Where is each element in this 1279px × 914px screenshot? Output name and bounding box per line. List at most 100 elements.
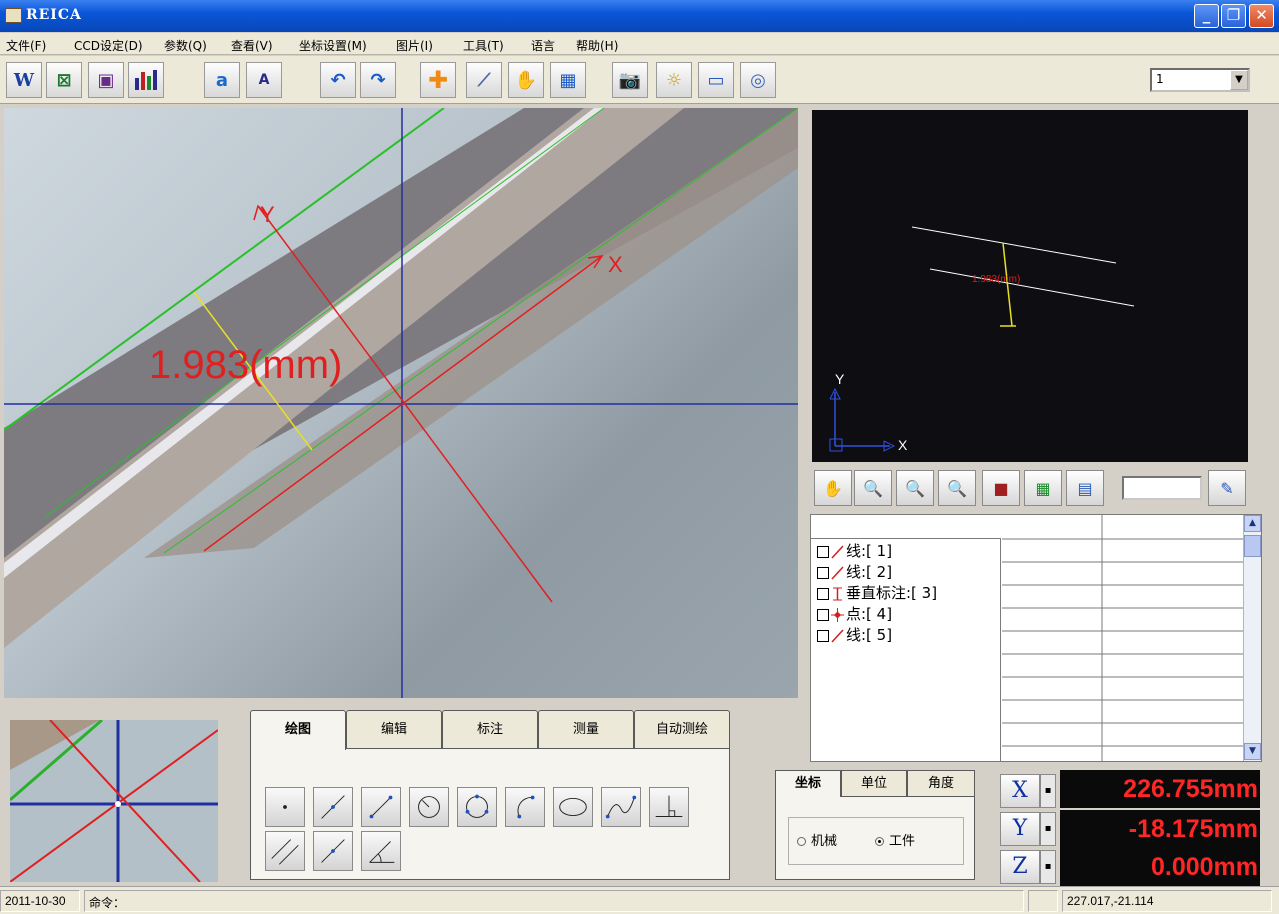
close-button[interactable]: ✕ [1249, 4, 1274, 28]
z-readout: 0.000mm [1060, 848, 1260, 886]
tab-annotate[interactable]: 标注 [442, 710, 538, 748]
chevron-down-icon[interactable]: ▼ [1230, 70, 1248, 90]
word-export-icon[interactable]: W [6, 62, 42, 98]
probe-icon[interactable]: ⟋ [466, 62, 502, 98]
scroll-down-icon[interactable]: ▼ [1244, 743, 1261, 760]
grid-icon[interactable]: ▦ [550, 62, 586, 98]
tab-units[interactable]: 单位 [841, 770, 907, 797]
x-axis-label: X [608, 252, 623, 277]
graphics-preview[interactable]: 1.983(mm) Y X [812, 110, 1248, 462]
list-item[interactable]: 点:[ 4] [817, 604, 892, 624]
grid-icon[interactable]: ▤ [1066, 470, 1104, 506]
checkbox[interactable] [817, 608, 829, 621]
list-item[interactable]: 线:[ 2] [817, 562, 892, 582]
pan-hand-icon[interactable]: ✋ [814, 470, 852, 506]
object-column: 线:[ 1] 线:[ 2] 垂直标注:[ 3] 点:[ 4] 线:[ 5] [811, 515, 1001, 761]
bisector-tool-icon[interactable] [313, 831, 353, 871]
chevron-down-icon[interactable]: ▪ [1040, 850, 1056, 884]
status-spacer [1028, 890, 1058, 912]
vertical-dimension-icon [833, 587, 842, 600]
scroll-up-icon[interactable]: ▲ [1244, 515, 1261, 532]
menu-tools[interactable]: 工具(T) [463, 37, 504, 54]
pan-hand-icon[interactable]: ✋ [508, 62, 544, 98]
segment-tool-icon[interactable] [361, 787, 401, 827]
tab-angle[interactable]: 角度 [907, 770, 975, 797]
list-item[interactable]: 垂直标注:[ 3] [817, 583, 937, 603]
layer-select[interactable]: 1 ▼ [1150, 68, 1250, 92]
camera-overlay: X Y [4, 108, 798, 698]
checkbox[interactable] [817, 629, 829, 642]
list-item-label: 线:[ 1] [846, 542, 893, 560]
menu-coord-settings[interactable]: 坐标设置(M) [299, 37, 367, 54]
thumbnail-view[interactable] [10, 720, 218, 882]
radio-machine[interactable]: 机械 [797, 830, 837, 849]
point-tool-icon[interactable] [265, 787, 305, 827]
image-text-icon[interactable]: a [204, 62, 240, 98]
preview-measurement: 1.983(mm) [972, 274, 1020, 285]
radio-machine-dot[interactable] [797, 837, 806, 846]
tab-auto-measure[interactable]: 自动测绘 [634, 710, 730, 748]
report-icon[interactable]: A [246, 62, 282, 98]
layout-icon[interactable]: ▦ [1024, 470, 1062, 506]
zoom-in-icon[interactable]: 🔍 [854, 470, 892, 506]
tab-measure[interactable]: 测量 [538, 710, 634, 748]
clear-icon[interactable]: ■ [982, 470, 1020, 506]
tab-coordinates[interactable]: 坐标 [775, 770, 841, 797]
menu-language[interactable]: 语言 [531, 37, 555, 54]
tab-edit[interactable]: 编辑 [346, 710, 442, 748]
x-axis-button[interactable]: X [1000, 774, 1040, 808]
zoom-fit-icon[interactable]: 🔍 [896, 470, 934, 506]
menu-help[interactable]: 帮助(H) [576, 37, 618, 54]
window-icon[interactable]: ▭ [698, 62, 734, 98]
y-axis-button[interactable]: Y [1000, 812, 1040, 846]
chevron-down-icon[interactable]: ▪ [1040, 812, 1056, 846]
circle-center-tool-icon[interactable] [409, 787, 449, 827]
camera-view[interactable]: X Y 1.983(mm) [4, 108, 798, 698]
line-tool-icon[interactable] [313, 787, 353, 827]
light-icon[interactable]: ☼ [656, 62, 692, 98]
zoom-out-icon[interactable]: 🔍 [938, 470, 976, 506]
radio-workpiece[interactable]: 工件 [875, 830, 915, 849]
redo-icon[interactable]: ↷ [360, 62, 396, 98]
menu-view[interactable]: 查看(V) [231, 37, 273, 54]
camera-icon[interactable]: 📷 [612, 62, 648, 98]
tool-settings-icon[interactable]: ✎ [1208, 470, 1246, 506]
tab-draw[interactable]: 绘图 [250, 710, 346, 750]
menu-params[interactable]: 参数(Q) [164, 37, 207, 54]
excel-export-icon[interactable]: ⊠ [46, 62, 82, 98]
menu-image[interactable]: 图片(I) [396, 37, 433, 54]
checkbox[interactable] [817, 566, 829, 579]
crosshair-icon[interactable]: ✚ [420, 62, 456, 98]
circle-tool-icon[interactable] [457, 787, 497, 827]
status-date: 2011-10-30 [0, 890, 80, 912]
status-cursor-coords: 227.017,-21.114 [1062, 890, 1272, 912]
restore-button[interactable]: ❐ [1221, 4, 1246, 28]
z-axis-button[interactable]: Z [1000, 850, 1040, 884]
thumbnail-canvas [10, 720, 218, 882]
curve-tool-icon[interactable] [601, 787, 641, 827]
minimize-button[interactable]: _ [1194, 4, 1219, 28]
chart-icon[interactable] [128, 62, 164, 98]
point-icon [831, 607, 844, 622]
radio-workpiece-label: 工件 [889, 834, 916, 849]
parallel-tool-icon[interactable] [265, 831, 305, 871]
settings-icon[interactable]: ◎ [740, 62, 776, 98]
undo-icon[interactable]: ↶ [320, 62, 356, 98]
checkbox[interactable] [817, 587, 829, 600]
perpendicular-tool-icon[interactable] [649, 787, 689, 827]
list-scrollbar[interactable]: ▲ ▼ [1243, 515, 1261, 761]
zoom-input[interactable] [1122, 476, 1202, 500]
ellipse-tool-icon[interactable] [553, 787, 593, 827]
checkbox[interactable] [817, 545, 829, 558]
angle-tool-icon[interactable] [361, 831, 401, 871]
menu-file[interactable]: 文件(F) [6, 37, 46, 54]
radio-workpiece-dot[interactable] [875, 837, 884, 846]
chevron-down-icon[interactable]: ▪ [1040, 774, 1056, 808]
list-item[interactable]: 线:[ 5] [817, 625, 892, 645]
preview-y-label: Y [835, 371, 845, 387]
scroll-thumb[interactable] [1244, 535, 1261, 557]
menu-ccd[interactable]: CCD设定(D) [74, 37, 143, 54]
list-item[interactable]: 线:[ 1] [817, 541, 892, 561]
arc-tool-icon[interactable] [505, 787, 545, 827]
save-icon[interactable]: ▣ [88, 62, 124, 98]
